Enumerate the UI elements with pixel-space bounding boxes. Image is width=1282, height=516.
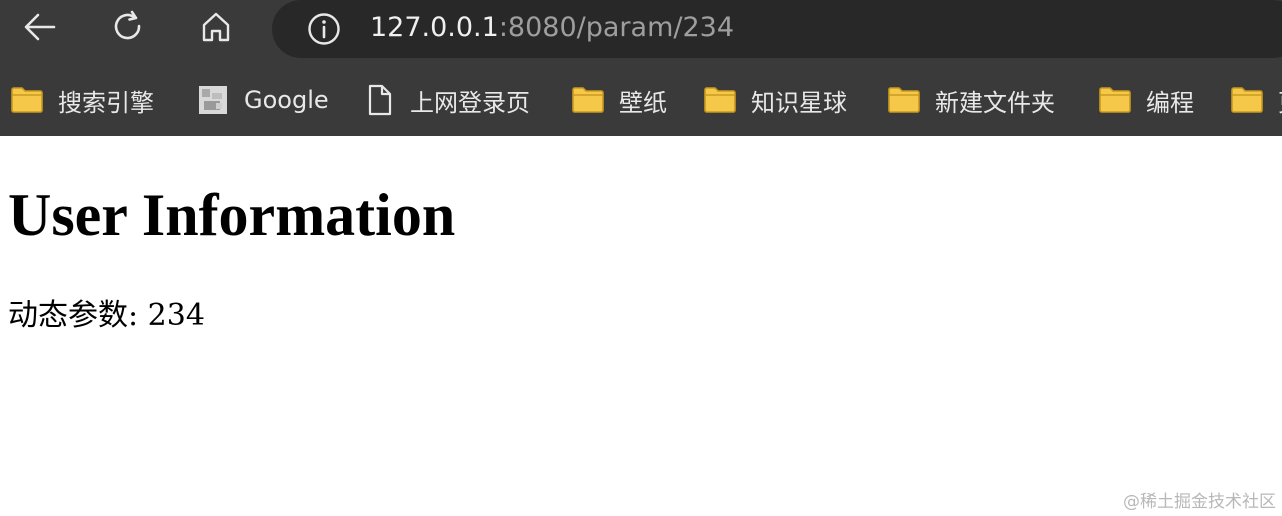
param-value: 234 [147,298,205,333]
info-icon[interactable] [306,11,342,47]
site-favicon-icon [196,85,230,115]
bookmark-label: 搜索引擎 [58,88,154,117]
refresh-icon [114,10,141,40]
bookmark-label: 新建文件夹 [935,88,1055,117]
param-label: 动态参数: [8,298,139,333]
back-button[interactable] [16,5,64,49]
bookmark-label: 上网登录页 [410,88,530,117]
bookmark-folder-wallpaper[interactable]: 壁纸 [571,60,667,140]
browser-window: 127.0.0.1:8080/param/234 搜索引擎 Google 上网登… [0,0,1282,516]
bookmark-label: Google [244,86,329,114]
page-icon [362,84,396,116]
bookmark-folder-new-folder[interactable]: 新建文件夹 [887,60,1055,140]
home-icon [202,12,230,42]
bookmark-label: 编程 [1146,88,1194,117]
bookmark-folder-more[interactable]: 更 [1230,60,1282,140]
bookmark-label: 更 [1278,83,1282,118]
url-host: 127.0.0.1 [370,12,499,43]
address-bar[interactable]: 127.0.0.1:8080/param/234 [272,0,1282,58]
navigation-bar: 127.0.0.1:8080/param/234 [0,0,1282,60]
bookmark-google[interactable]: Google [196,60,329,140]
bookmarks-bar: 搜索引擎 Google 上网登录页 壁纸 知识星球 新建文件夹 编程 [0,60,1282,136]
bookmark-folder-knowledge-planet[interactable]: 知识星球 [703,60,847,140]
dynamic-param-line: 动态参数: 234 [8,296,205,336]
bookmark-label: 壁纸 [619,88,667,117]
folder-icon [1230,85,1264,115]
page-title: User Information [8,182,456,248]
folder-icon [1098,85,1132,115]
url-text[interactable]: 127.0.0.1:8080/param/234 [370,0,734,56]
bookmark-login-page[interactable]: 上网登录页 [362,60,530,140]
arrow-left-icon [24,13,56,41]
folder-icon [887,85,921,115]
bookmark-folder-search-engines[interactable]: 搜索引擎 [10,60,154,140]
refresh-button[interactable] [104,5,152,49]
bookmark-label: 知识星球 [751,88,847,117]
home-button[interactable] [192,5,240,49]
folder-icon [703,85,737,115]
page-content: User Information 动态参数: 234 @稀土掘金技术社区 [0,136,1282,516]
folder-icon [10,85,44,115]
bookmark-folder-programming[interactable]: 编程 [1098,60,1194,140]
folder-icon [571,85,605,115]
url-path: :8080/param/234 [498,12,734,43]
watermark: @稀土掘金技术社区 [1123,492,1276,512]
